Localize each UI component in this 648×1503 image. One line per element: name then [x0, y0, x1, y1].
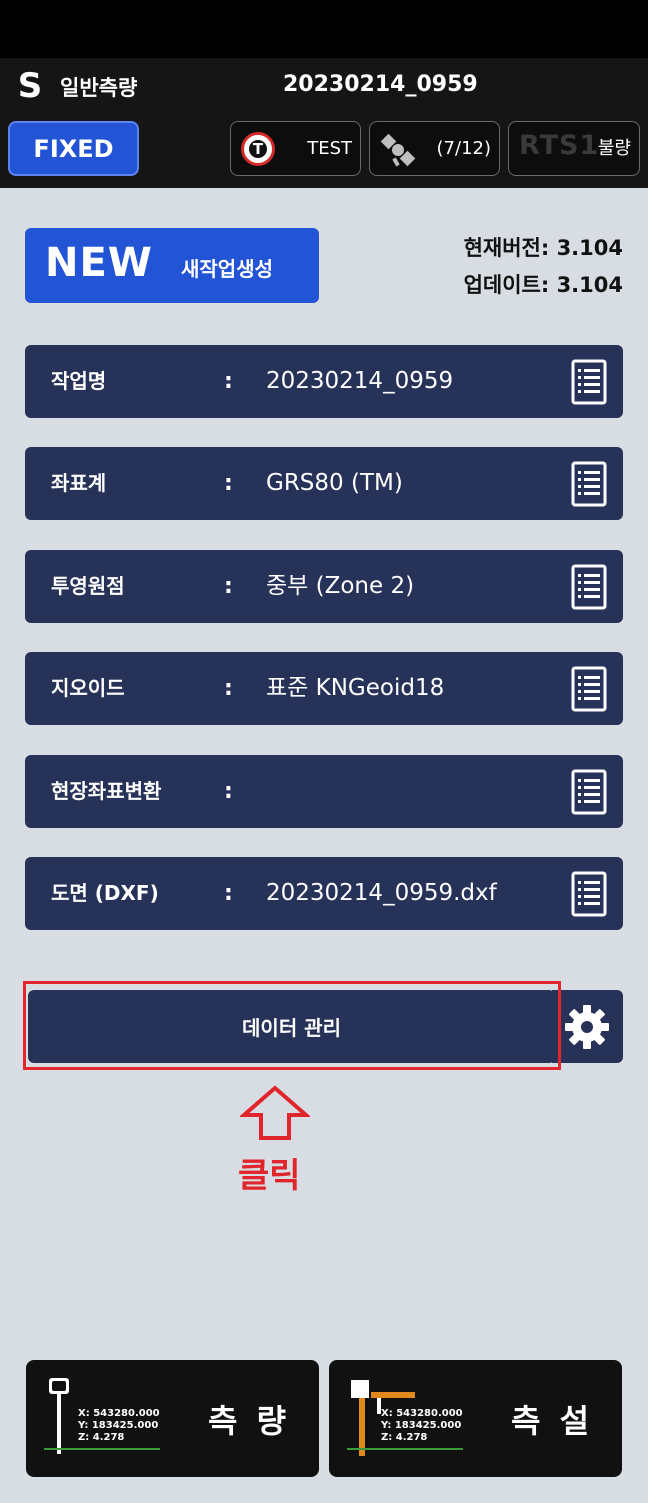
row-label: 현장좌표변환 [51, 779, 162, 803]
receiver-status-button[interactable]: T TEST [230, 121, 361, 176]
rts-label: RTS1 [519, 130, 600, 161]
rts-status: 불량 [597, 138, 631, 159]
new-job-button[interactable]: NEW 새작업생성 [25, 228, 319, 303]
row-value: 20230214_0959.dxf [266, 880, 497, 906]
row-label: 좌표계 [51, 471, 107, 495]
setting-row-projection-origin[interactable]: 투영원점 : 중부 (Zone 2) [25, 550, 623, 623]
version-info: 현재버전: 3.104 업데이트: 3.104 [464, 230, 623, 304]
satellite-icon [380, 133, 416, 167]
stakeout-button[interactable]: X: 543280.000 Y: 183425.000 Z: 4.278 측 설 [329, 1360, 622, 1477]
row-value: 중부 (Zone 2) [266, 573, 415, 599]
settings-button[interactable] [552, 990, 623, 1063]
app-bar: S 일반측량 20230214_0959 FIXED T TEST (7/12)… [0, 58, 648, 188]
stakeout-label: 측 설 [511, 1402, 594, 1440]
ground-line [44, 1448, 160, 1454]
setting-row-coordinate-system[interactable]: 좌표계 : GRS80 (TM) [25, 447, 623, 520]
setting-row-local-transform[interactable]: 현장좌표변환 : [25, 755, 623, 828]
row-label: 작업명 [51, 369, 107, 393]
list-document-icon[interactable] [571, 769, 607, 815]
new-job-label: 새작업생성 [181, 257, 273, 281]
current-version: 현재버전: 3.104 [463, 236, 623, 260]
gear-icon [565, 1005, 609, 1049]
click-annotation: 클릭 [238, 1156, 301, 1196]
row-value: GRS80 (TM) [266, 470, 403, 496]
satellite-count: (7/12) [436, 138, 491, 159]
coordinate-readout: X: 543280.000 Y: 183425.000 Z: 4.278 [78, 1408, 160, 1443]
list-document-icon[interactable] [571, 359, 607, 405]
satellite-status-button[interactable]: (7/12) [369, 121, 500, 176]
ground-line [347, 1448, 463, 1454]
row-value: 표준 KNGeoid18 [266, 675, 445, 701]
list-document-icon[interactable] [571, 461, 607, 507]
list-document-icon[interactable] [571, 564, 607, 610]
setting-row-dxf-drawing[interactable]: 도면 (DXF) : 20230214_0959.dxf [25, 857, 623, 930]
coordinate-readout: X: 543280.000 Y: 183425.000 Z: 4.278 [381, 1408, 463, 1443]
survey-label: 측 량 [208, 1402, 291, 1440]
setting-row-job-name[interactable]: 작업명 : 20230214_0959 [25, 345, 623, 418]
list-document-icon[interactable] [571, 871, 607, 917]
row-value: 20230214_0959 [266, 368, 454, 394]
survey-mode-label: 일반측량 [60, 76, 138, 100]
gnss-rover-icon [49, 1378, 69, 1454]
row-label: 지오이드 [51, 676, 125, 700]
new-label: NEW [45, 240, 153, 286]
update-version: 업데이트: 3.104 [463, 273, 623, 297]
up-arrow-icon [240, 1085, 310, 1140]
setting-row-geoid[interactable]: 지오이드 : 표준 KNGeoid18 [25, 652, 623, 725]
data-management-button[interactable]: 데이터 관리 [28, 990, 555, 1063]
status-bar [0, 0, 648, 58]
fix-status-button[interactable]: FIXED [8, 121, 139, 176]
job-name-title: 20230214_0959 [283, 72, 478, 97]
rts-status-button[interactable]: RTS1 불량 [508, 121, 640, 176]
app-logo: S [17, 66, 43, 106]
receiver-name: TEST [307, 138, 352, 159]
row-label: 도면 (DXF) [51, 881, 159, 905]
t-logo-icon: T [241, 132, 275, 166]
survey-button[interactable]: X: 543280.000 Y: 183425.000 Z: 4.278 측 량 [26, 1360, 319, 1477]
row-label: 투영원점 [51, 574, 125, 598]
list-document-icon[interactable] [571, 666, 607, 712]
